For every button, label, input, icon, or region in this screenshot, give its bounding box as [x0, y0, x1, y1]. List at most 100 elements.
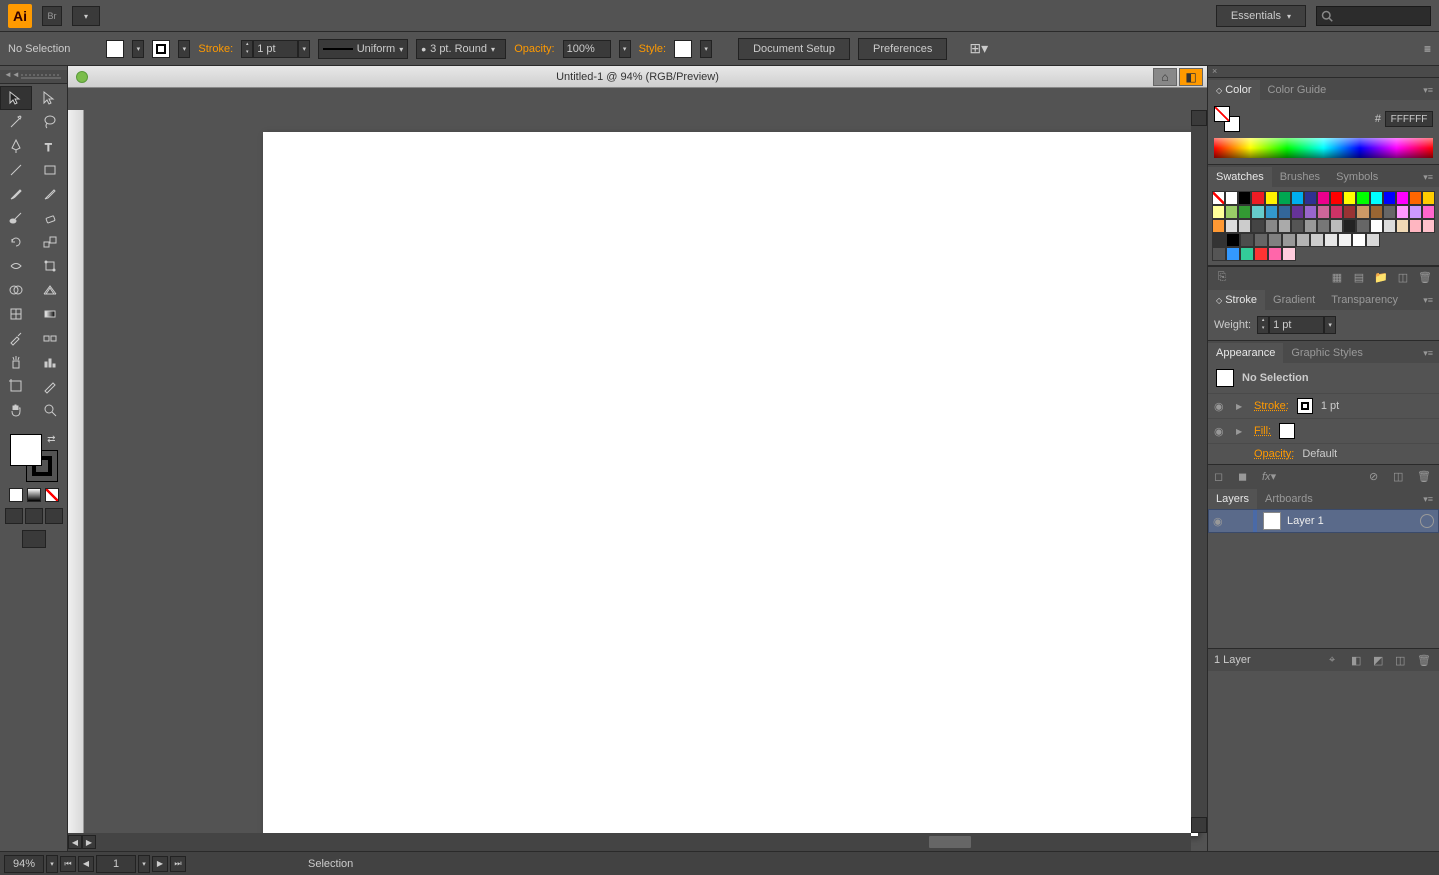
swatch-cell[interactable]: [1212, 233, 1226, 247]
swatch-cell[interactable]: [1291, 205, 1304, 219]
swatch-cell[interactable]: [1278, 205, 1291, 219]
swatch-cell[interactable]: [1254, 247, 1268, 261]
swatch-cell[interactable]: [1366, 233, 1380, 247]
slice-tool[interactable]: [34, 374, 66, 398]
width-tool[interactable]: [0, 254, 32, 278]
swatch-cell[interactable]: [1278, 191, 1291, 205]
workspace-switcher[interactable]: Essentials: [1216, 5, 1306, 27]
new-color-group-icon[interactable]: 📁: [1373, 271, 1389, 285]
style-label[interactable]: Style:: [639, 43, 667, 55]
swap-fill-stroke-icon[interactable]: ⇄: [47, 434, 55, 445]
swatch-cell[interactable]: [1225, 191, 1238, 205]
color-fill-stroke[interactable]: [1214, 106, 1240, 132]
swatch-cell[interactable]: [1310, 233, 1324, 247]
swatch-cell[interactable]: [1278, 219, 1291, 233]
layer-target-icon[interactable]: [1420, 514, 1434, 528]
line-tool[interactable]: [0, 158, 32, 182]
swatch-cell[interactable]: [1291, 191, 1304, 205]
swatch-cell[interactable]: [1212, 247, 1226, 261]
swatch-cell[interactable]: [1396, 219, 1409, 233]
swatch-cell[interactable]: [1370, 219, 1383, 233]
stroke-dropdown[interactable]: ▾: [178, 40, 190, 58]
document-setup-button[interactable]: Document Setup: [738, 38, 850, 60]
swatch-cell[interactable]: [1251, 219, 1264, 233]
layer-visibility-icon[interactable]: ◉: [1213, 515, 1227, 528]
eyedropper-tool[interactable]: [0, 326, 32, 350]
hand-tool[interactable]: [0, 398, 32, 422]
stroke-weight-input[interactable]: ▴▾ ▾: [241, 40, 310, 58]
fill-dropdown[interactable]: ▾: [132, 40, 144, 58]
magic-wand-tool[interactable]: [0, 110, 32, 134]
layer-row[interactable]: ◉ Layer 1: [1208, 509, 1439, 533]
artboard-tool[interactable]: [0, 374, 32, 398]
arrange-icon[interactable]: ◧: [1179, 68, 1203, 86]
stroke-swatch[interactable]: [152, 40, 170, 58]
graph-tool[interactable]: [34, 350, 66, 374]
pen-tool[interactable]: [0, 134, 32, 158]
swatch-cell[interactable]: [1254, 233, 1268, 247]
paintbrush-tool[interactable]: [0, 182, 32, 206]
opacity-input[interactable]: [563, 40, 611, 58]
swatch-cell[interactable]: [1282, 247, 1296, 261]
swatch-cell[interactable]: [1225, 205, 1238, 219]
swatch-cell[interactable]: [1422, 219, 1435, 233]
appearance-panel-menu[interactable]: ▾≡: [1417, 344, 1439, 363]
swatch-cell[interactable]: [1343, 219, 1356, 233]
layers-panel-menu[interactable]: ▾≡: [1417, 490, 1439, 509]
vertical-scrollbar[interactable]: [1191, 110, 1207, 833]
prev-artboard-button[interactable]: ◀: [78, 856, 94, 872]
tab-color-guide[interactable]: Color Guide: [1260, 80, 1335, 100]
swatch-cell[interactable]: [1317, 205, 1330, 219]
last-artboard-button[interactable]: ⏭: [170, 856, 186, 872]
tab-brushes[interactable]: Brushes: [1272, 167, 1328, 187]
artboard-number-input[interactable]: [96, 855, 136, 873]
swatch-cell[interactable]: [1383, 219, 1396, 233]
tab-appearance[interactable]: Appearance: [1208, 343, 1283, 363]
swatch-cell[interactable]: [1238, 191, 1251, 205]
toolbox-collapse-button[interactable]: [0, 70, 67, 84]
disclosure-icon[interactable]: ▶: [1236, 427, 1246, 436]
swatch-cell[interactable]: [1352, 233, 1366, 247]
zoom-tool[interactable]: [34, 398, 66, 422]
perspective-grid-tool[interactable]: [34, 278, 66, 302]
style-swatch[interactable]: [674, 40, 692, 58]
mesh-tool[interactable]: [0, 302, 32, 326]
delete-swatch-icon[interactable]: 🗑: [1417, 271, 1433, 285]
profile-dropdown[interactable]: Uniform: [318, 39, 408, 59]
weight-input[interactable]: ▴▾ ▾: [1257, 316, 1336, 334]
scroll-left-button[interactable]: ◀: [68, 835, 82, 849]
add-stroke-icon[interactable]: ◻: [1214, 470, 1230, 483]
swatches-panel-menu[interactable]: ▾≡: [1417, 168, 1439, 187]
scroll-right-button[interactable]: ▶: [82, 835, 96, 849]
swatch-cell[interactable]: [1370, 205, 1383, 219]
appearance-stroke-row[interactable]: ◉ ▶ Stroke: 1 pt: [1208, 393, 1439, 418]
none-mode-button[interactable]: [45, 488, 59, 502]
tab-stroke[interactable]: ◇ Stroke: [1208, 290, 1265, 310]
window-zoom-button[interactable]: [76, 71, 88, 83]
direct-selection-tool[interactable]: [34, 86, 66, 110]
shape-builder-tool[interactable]: [0, 278, 32, 302]
swatch-cell[interactable]: [1317, 191, 1330, 205]
swatch-cell[interactable]: [1330, 191, 1343, 205]
scale-tool[interactable]: [34, 230, 66, 254]
swatch-cell[interactable]: [1317, 219, 1330, 233]
swatch-cell[interactable]: [1356, 205, 1369, 219]
swatch-cell[interactable]: [1409, 219, 1422, 233]
disclosure-icon[interactable]: ▶: [1236, 402, 1246, 411]
show-swatch-kinds-icon[interactable]: ▦: [1329, 271, 1345, 285]
make-clipping-mask-icon[interactable]: ◧: [1351, 654, 1367, 667]
opacity-dropdown[interactable]: ▾: [619, 40, 631, 58]
swatch-cell[interactable]: [1409, 191, 1422, 205]
swatch-cell[interactable]: [1338, 233, 1352, 247]
add-fill-icon[interactable]: ◼: [1238, 470, 1254, 483]
swatch-cell[interactable]: [1226, 247, 1240, 261]
swatch-options-icon[interactable]: ▤: [1351, 271, 1367, 285]
locate-object-icon[interactable]: ⌖: [1329, 654, 1345, 667]
tab-gradient[interactable]: Gradient: [1265, 290, 1323, 310]
delete-layer-icon[interactable]: 🗑: [1417, 654, 1433, 667]
appearance-opacity-row[interactable]: Opacity: Default: [1208, 443, 1439, 464]
add-effect-icon[interactable]: fx▾: [1262, 470, 1278, 483]
swatch-libraries-icon[interactable]: ⎘: [1214, 271, 1230, 285]
swatch-cell[interactable]: [1251, 191, 1264, 205]
selection-tool[interactable]: [0, 86, 32, 110]
